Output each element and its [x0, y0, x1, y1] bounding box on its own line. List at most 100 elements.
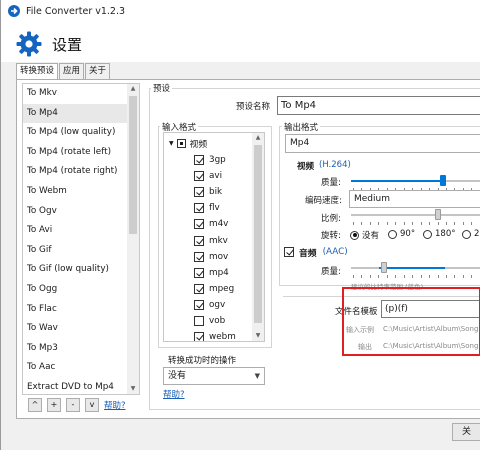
scroll-up-arrow[interactable]: ▲ [127, 84, 139, 94]
slider-thumb[interactable] [435, 209, 441, 220]
preset-list-item[interactable]: To Gif [23, 241, 139, 261]
preset-list-item[interactable]: To Mp3 [23, 339, 139, 359]
preset-name-label: 预设名称 [236, 102, 271, 112]
preset-list-item[interactable]: To Mp4 (rotate left) [23, 143, 139, 163]
output-format-select[interactable]: Mp4 [285, 134, 480, 153]
preset-list-item[interactable]: To Flac [23, 300, 139, 320]
window-title: File Converter v1.2.3 [26, 5, 126, 17]
preset-help-link[interactable]: 帮助? [104, 399, 126, 411]
tab-presets[interactable]: 转换预设 [16, 63, 59, 80]
app-icon [8, 5, 20, 17]
format-checkbox[interactable] [194, 332, 204, 341]
after-conversion-select[interactable]: 没有 ▼ [163, 367, 265, 385]
audio-checkbox[interactable] [284, 247, 294, 257]
format-label: mov [209, 251, 229, 262]
preset-list-item[interactable]: Extract DVD to Mp4 [23, 378, 139, 394]
format-checkbox[interactable] [194, 155, 204, 165]
scroll-thumb[interactable] [254, 145, 262, 323]
tree-root-video[interactable]: ▼ 视频 [169, 135, 207, 151]
preset-list-item[interactable]: To Avi [23, 221, 139, 241]
preset-list-item[interactable]: To Ogg [23, 280, 139, 300]
slider-thumb[interactable] [440, 175, 447, 186]
tree-expand-icon[interactable]: ▼ [169, 140, 174, 147]
format-item[interactable]: webm [194, 329, 236, 341]
format-item[interactable]: bik [194, 184, 222, 200]
recommended-range [379, 267, 445, 269]
rotation-label: 旋转: [321, 231, 341, 241]
input-format-tree[interactable]: ▼ 视频 3gp avi bik flv m4v mkv mov mp4 mpeg ogv vob w… [163, 132, 265, 342]
preset-list-item[interactable]: To Mp4 [23, 103, 139, 124]
rotation-270-radio[interactable]: 27 [462, 229, 480, 239]
format-checkbox[interactable] [194, 219, 204, 230]
add-preset-button[interactable]: + [47, 398, 61, 412]
footer-bar [1, 419, 480, 450]
after-help-link[interactable]: 帮助? [163, 388, 185, 400]
scroll-up-arrow[interactable]: ▲ [252, 133, 264, 143]
tab-application[interactable]: 应用 [59, 63, 85, 79]
preset-list-item[interactable]: To Aac [23, 358, 139, 378]
move-up-button[interactable]: ^ [28, 398, 42, 412]
scale-slider[interactable] [351, 209, 480, 221]
format-item[interactable]: mp4 [194, 265, 229, 281]
preset-list-item[interactable]: To Ogv [23, 202, 139, 222]
preset-list-item[interactable]: To Mp4 (low quality) [23, 123, 139, 143]
encoding-speed-label: 编码速度: [305, 196, 342, 206]
format-checkbox[interactable] [194, 283, 204, 294]
format-label: ogv [209, 299, 226, 310]
format-item[interactable]: mov [194, 249, 228, 265]
format-item[interactable]: mpeg [194, 281, 234, 297]
scroll-thumb[interactable] [129, 96, 137, 234]
rotation-270-label: 27 [474, 229, 480, 239]
after-conversion-value: 没有 [168, 371, 187, 381]
preset-list[interactable]: To Mkv To Mp4 To Mp4 (low quality) To Mp4 (… [22, 83, 140, 395]
format-list-scrollbar[interactable]: ▲ ▼ [252, 133, 264, 341]
preset-list-item[interactable]: To Webm [23, 182, 139, 202]
format-checkbox[interactable] [194, 267, 204, 278]
format-checkbox[interactable] [194, 203, 204, 214]
preset-buttons: ^ + - v 帮助? [28, 398, 126, 412]
rotation-180-radio[interactable]: 180° [423, 229, 455, 239]
video-quality-slider[interactable] [351, 175, 480, 187]
partial-checkbox[interactable] [176, 138, 186, 148]
preset-list-item[interactable]: To Mkv [23, 84, 139, 104]
format-checkbox[interactable] [194, 187, 204, 198]
format-label: avi [209, 171, 223, 182]
encoding-speed-select[interactable]: Medium [349, 190, 480, 208]
rotation-none-radio[interactable]: 没有 [350, 229, 379, 241]
format-checkbox[interactable] [194, 316, 204, 326]
format-item[interactable]: vob [194, 313, 225, 329]
format-checkbox[interactable] [194, 171, 204, 182]
scroll-down-arrow[interactable]: ▼ [252, 331, 264, 341]
preset-list-item[interactable]: To Gif (low quality) [23, 260, 139, 280]
video-quality-label: 质量: [321, 178, 341, 188]
audio-label: 音频 [299, 248, 317, 259]
format-checkbox[interactable] [194, 251, 204, 262]
preset-list-item[interactable]: To Mp4 (rotate right) [23, 162, 139, 182]
remove-preset-button[interactable]: - [66, 398, 80, 412]
format-item[interactable]: avi [194, 168, 222, 184]
format-label: mpeg [209, 283, 235, 294]
move-down-button[interactable]: v [85, 398, 99, 412]
format-item[interactable]: ogv [194, 297, 225, 313]
audio-quality-slider[interactable] [351, 262, 480, 274]
tab-about[interactable]: 关于 [85, 63, 111, 79]
scroll-down-arrow[interactable]: ▼ [127, 384, 139, 394]
scale-label: 比例: [321, 214, 341, 224]
audio-codec: (AAC) [322, 247, 348, 257]
audio-checkbox-row[interactable]: 音频 (AAC) [284, 244, 348, 260]
preset-list-scrollbar[interactable]: ▲ ▼ [127, 84, 139, 394]
format-item[interactable]: 3gp [194, 152, 226, 168]
format-item[interactable]: mkv [194, 233, 228, 249]
format-label: m4v [209, 219, 229, 230]
format-item[interactable]: m4v [194, 216, 228, 232]
encoding-speed-value: Medium [354, 194, 390, 204]
slider-thumb[interactable] [380, 262, 387, 273]
close-button[interactable]: 关 [452, 423, 480, 441]
format-checkbox[interactable] [194, 235, 204, 246]
after-conversion-label: 转换成功时的操作 [168, 356, 237, 366]
preset-name-input[interactable]: To Mp4 [277, 96, 480, 115]
preset-list-item[interactable]: To Wav [23, 319, 139, 339]
format-item[interactable]: flv [194, 200, 220, 216]
format-checkbox[interactable] [194, 299, 204, 310]
rotation-90-radio[interactable]: 90° [388, 229, 415, 239]
